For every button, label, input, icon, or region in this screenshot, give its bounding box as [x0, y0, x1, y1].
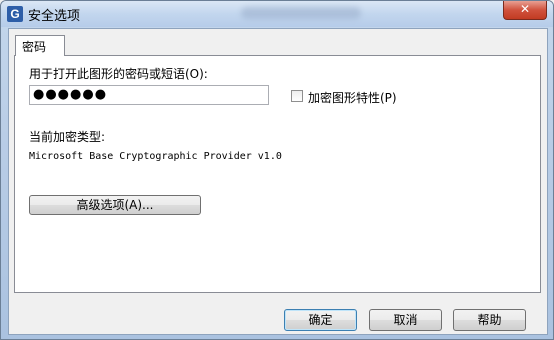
encryption-type-label: 当前加密类型: — [29, 130, 106, 144]
window-title: 安全选项 — [28, 9, 81, 24]
encrypt-properties-checkbox[interactable] — [291, 90, 303, 102]
dialog-window: G 安全选项 ✕ 密码 用于打开此图形的密码或短语(O): ●●●●●● 加密图… — [0, 0, 554, 340]
dialog-body: 密码 用于打开此图形的密码或短语(O): ●●●●●● 加密图形特性(P) 当前… — [8, 28, 548, 335]
close-button[interactable]: ✕ — [503, 1, 547, 20]
advanced-options-button[interactable]: 高级选项(A)... — [29, 195, 201, 215]
password-input[interactable]: ●●●●●● — [29, 85, 269, 105]
blurred-background-text — [241, 7, 361, 19]
encryption-provider-text: Microsoft Base Cryptographic Provider v1… — [29, 151, 282, 162]
encrypt-properties-label[interactable]: 加密图形特性(P) — [308, 89, 397, 106]
password-field-label: 用于打开此图形的密码或短语(O): — [29, 67, 208, 81]
ok-button[interactable]: 确定 — [284, 309, 357, 331]
app-logo-icon: G — [7, 6, 23, 22]
title-bar[interactable]: G 安全选项 ✕ — [1, 1, 553, 27]
tab-panel-password: 用于打开此图形的密码或短语(O): ●●●●●● 加密图形特性(P) 当前加密类… — [14, 55, 541, 293]
cancel-button[interactable]: 取消 — [369, 309, 442, 331]
tab-password[interactable]: 密码 — [15, 35, 65, 56]
help-button[interactable]: 帮助 — [453, 309, 526, 331]
